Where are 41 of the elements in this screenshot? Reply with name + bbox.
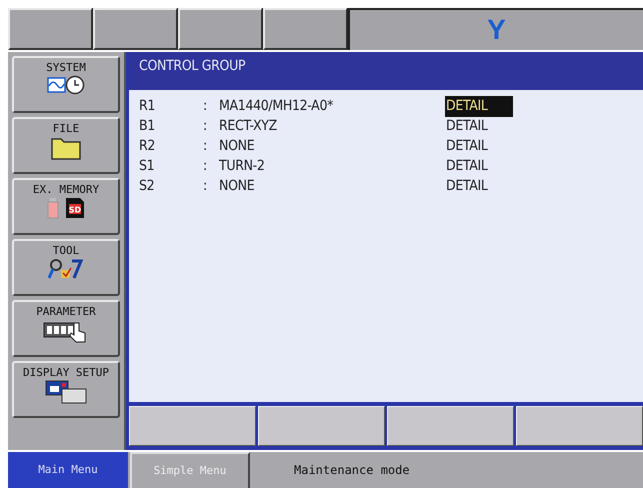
group-value: TURN-2 [219, 156, 266, 176]
separator: : [203, 156, 208, 176]
group-value: RECT-XYZ [219, 116, 278, 136]
detail-link[interactable]: DETAIL [445, 156, 513, 176]
separator: : [203, 116, 208, 136]
menu-tab[interactable]: Main Menu [8, 452, 128, 488]
toolbar-button[interactable] [178, 8, 262, 50]
group-label: S1 [139, 156, 156, 176]
toolbar-button[interactable] [93, 8, 177, 50]
menu-button[interactable]: SYSTEM [12, 56, 120, 113]
detail-link[interactable]: DETAIL [445, 176, 513, 196]
menu-button[interactable]: EX. MEMORY SD [12, 178, 120, 235]
folder-icon [51, 136, 81, 160]
group-value: NONE [219, 176, 256, 196]
panel-title: CONTROL GROUP [129, 52, 643, 90]
group-label: S2 [139, 176, 156, 196]
detail-link[interactable]: DETAIL [445, 136, 513, 156]
logo: Y [487, 16, 506, 44]
menu-button[interactable]: TOOL [12, 239, 120, 296]
group-value: MA1440/MH12-A0* [219, 96, 334, 116]
function-button[interactable] [129, 406, 256, 446]
toolbar-button[interactable] [8, 8, 92, 50]
separator: : [203, 96, 208, 116]
group-value: NONE [219, 136, 256, 156]
function-button[interactable] [387, 406, 514, 446]
function-button[interactable] [258, 406, 385, 446]
wave-and-clock-icon [47, 75, 85, 95]
separator: : [203, 136, 208, 156]
menu-button[interactable]: DISPLAY SETUP [12, 361, 120, 418]
group-label: B1 [139, 116, 156, 136]
group-label: R2 [139, 136, 156, 156]
menu-button[interactable]: FILE [12, 117, 120, 174]
window-and-font-icon [45, 380, 87, 404]
toolbar-button[interactable] [263, 8, 347, 50]
status-text: Maintenance mode [294, 462, 410, 479]
group-label: R1 [139, 96, 156, 116]
separator: : [203, 176, 208, 196]
function-button[interactable] [516, 406, 643, 446]
detail-link[interactable]: DETAIL [445, 116, 513, 136]
menu-button[interactable]: PARAMETER [12, 300, 120, 357]
detail-link[interactable]: DETAIL [445, 96, 513, 116]
